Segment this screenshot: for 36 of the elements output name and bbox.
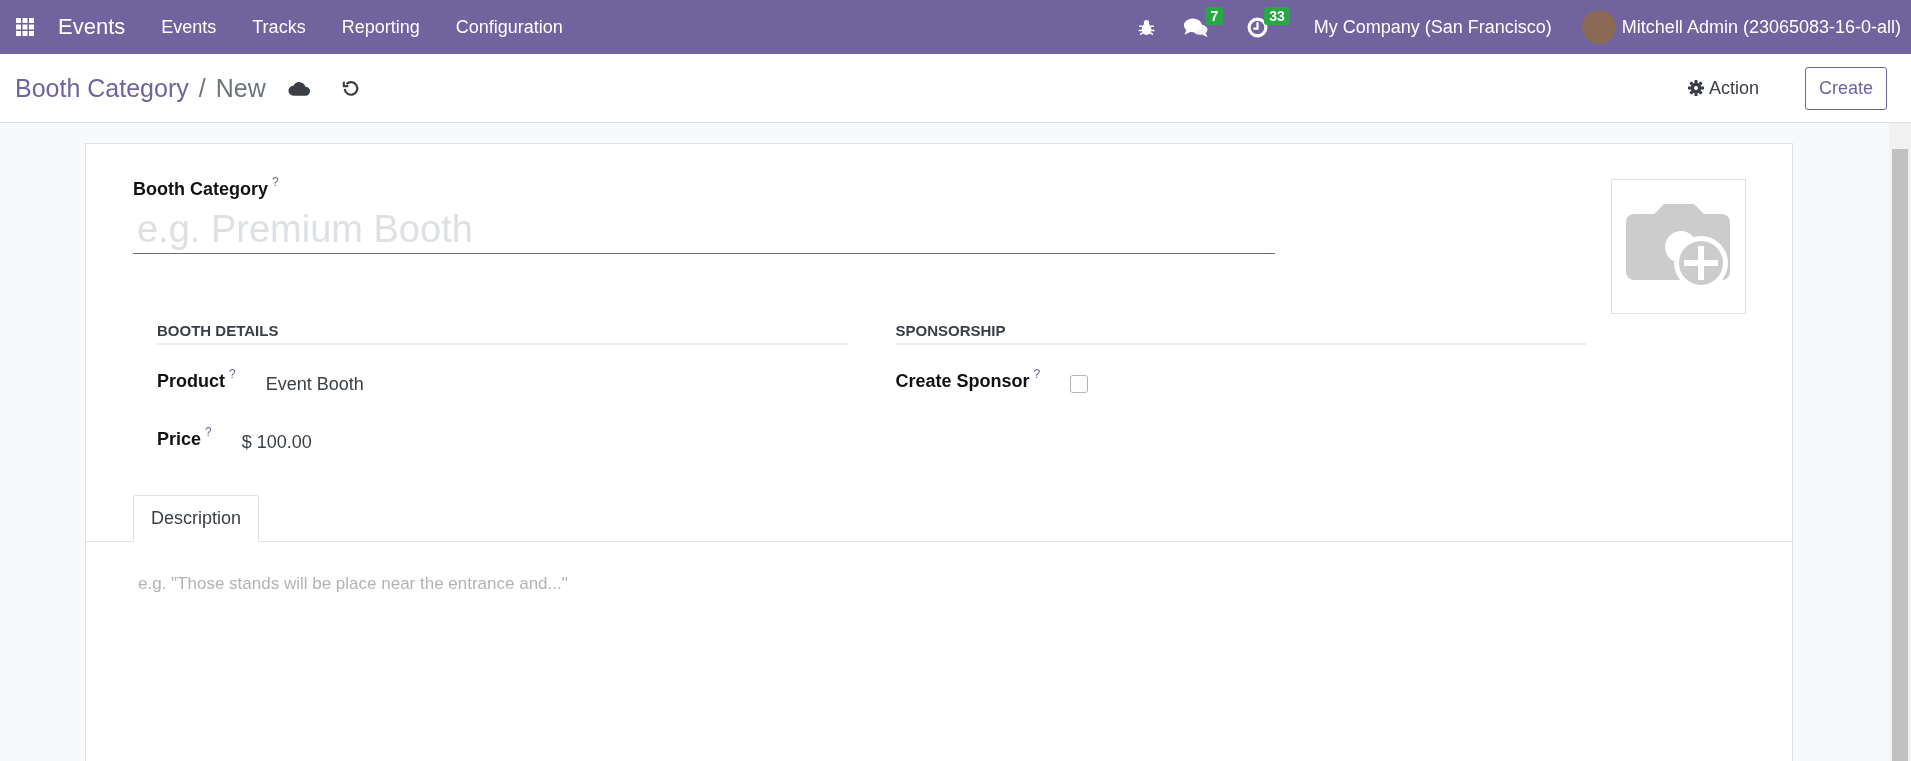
undo-icon[interactable]: [341, 79, 360, 97]
bug-icon[interactable]: [1138, 18, 1156, 36]
field-label: Price: [157, 429, 202, 450]
menu-item[interactable]: Tracks: [252, 16, 306, 38]
menu-item[interactable]: Events: [161, 16, 217, 38]
field-value[interactable]: Event Booth: [265, 374, 364, 395]
field-value[interactable]: $ 100.00: [241, 432, 312, 453]
tab[interactable]: Description: [133, 495, 260, 542]
breadcrumb-separator: /: [198, 73, 206, 103]
create-button[interactable]: Create: [1804, 66, 1887, 110]
breadcrumb-link[interactable]: Booth Category: [15, 73, 189, 103]
scrollbar-thumb[interactable]: [1892, 149, 1908, 761]
app-name[interactable]: Events: [58, 14, 126, 40]
field-label: Product: [157, 371, 225, 392]
menu-item[interactable]: Reporting: [341, 16, 420, 38]
help-tooltip[interactable]: ?: [229, 367, 236, 381]
help-tooltip[interactable]: ?: [205, 425, 212, 439]
help-tooltip[interactable]: ?: [272, 175, 279, 189]
user-menu[interactable]: Mitchell Admin (23065083-16-0-all): [1621, 16, 1901, 38]
action-button[interactable]: Action: [1679, 71, 1767, 105]
checkbox[interactable]: [1070, 375, 1089, 393]
breadcrumb-current: New: [215, 73, 266, 103]
scrollbar[interactable]: [1889, 123, 1911, 761]
field-label: Create Sponsor: [895, 371, 1030, 392]
notification-count: 7: [1205, 6, 1224, 25]
menu-item[interactable]: Configuration: [455, 16, 563, 38]
gear-icon: [1687, 80, 1704, 96]
chat-icon[interactable]: [1183, 16, 1210, 38]
company-switcher[interactable]: My Company (San Francisco): [1313, 16, 1552, 38]
section-heading: BOOTH DETAILS: [157, 322, 848, 345]
section-heading: SPONSORSHIP: [895, 322, 1586, 345]
notification-count: 33: [1264, 6, 1290, 25]
clock-icon[interactable]: [1247, 16, 1269, 38]
help-tooltip[interactable]: ?: [1033, 367, 1041, 381]
field-label: Booth Category: [133, 179, 268, 200]
app-grid-icon[interactable]: [16, 18, 34, 36]
